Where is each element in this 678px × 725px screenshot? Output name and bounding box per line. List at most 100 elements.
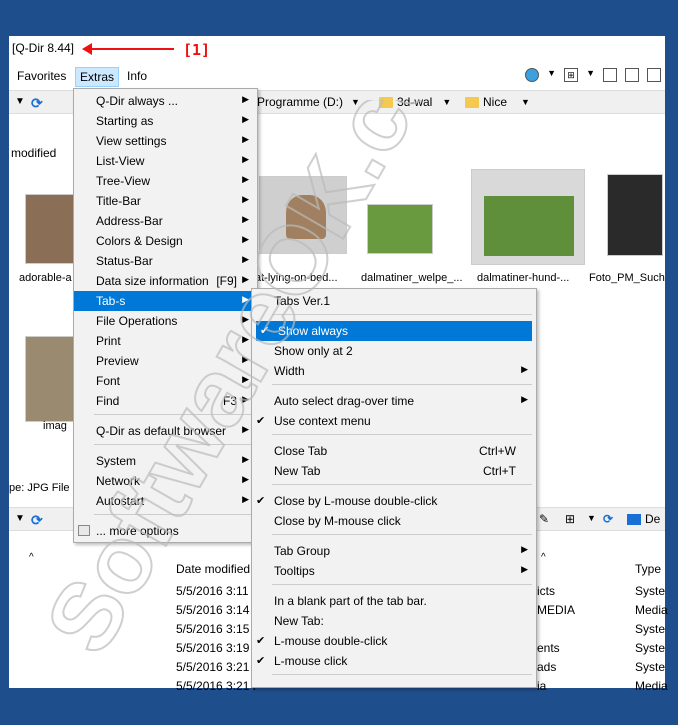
address-item-folder[interactable]: Nice ▼	[465, 95, 530, 109]
menu-item-system[interactable]: System ▶	[74, 451, 257, 471]
thumbnail[interactable]	[367, 204, 433, 254]
menu-item-tabs-ver1[interactable]: Tabs Ver.1	[252, 291, 536, 311]
chevron-down-icon[interactable]: ▼	[442, 97, 451, 107]
menu-item-print[interactable]: Print ▶	[74, 331, 257, 351]
check-icon: ✔	[256, 495, 266, 507]
refresh-icon[interactable]: ⟳	[31, 95, 43, 112]
refresh-icon[interactable]: ⟳	[31, 512, 43, 529]
menu-item-l-double-click[interactable]: ✔ L-mouse double-click	[252, 631, 536, 651]
address-item-drive[interactable]: Programme (D:) ▼	[257, 95, 360, 109]
menu-item-use-context-menu[interactable]: ✔ Use context menu	[252, 411, 536, 431]
menu-item-title-bar[interactable]: Title-Bar ▶	[74, 191, 257, 211]
menu-item-label: ... more options	[96, 524, 179, 538]
menu-item-label: Status-Bar	[96, 254, 153, 268]
address-item-desktop[interactable]: De	[627, 512, 660, 526]
menu-item-label: System	[96, 454, 137, 468]
menu-item-starting-as[interactable]: Starting as ▶	[74, 111, 257, 131]
globe-icon[interactable]	[525, 68, 540, 82]
chevron-right-icon: ▶	[242, 134, 249, 144]
thumbnail[interactable]	[25, 194, 75, 264]
column-header-type[interactable]: Type	[635, 562, 661, 576]
chevron-down-icon[interactable]: ▼	[586, 68, 595, 82]
chevron-right-icon: ▶	[242, 334, 249, 344]
menu-extras[interactable]: Extras	[75, 67, 120, 87]
menu-item-auto-select[interactable]: Auto select drag-over time ▶	[252, 391, 536, 411]
address-item-folder[interactable]: 3d-wal ▼	[379, 95, 451, 109]
menu-info[interactable]: Info	[123, 67, 151, 85]
extras-menu: Q-Dir always ... ▶ Starting as ▶ View sett…	[73, 88, 258, 543]
layout-grid-icon[interactable]: ⊞	[565, 512, 575, 526]
menu-item-list-view[interactable]: List-View ▶	[74, 151, 257, 171]
menu-separator	[272, 674, 532, 675]
menu-item-default-browser[interactable]: Q-Dir as default browser ▶	[74, 421, 257, 441]
chevron-right-icon: ▶	[242, 194, 249, 204]
menu-item-close-m-click[interactable]: Close by M-mouse click	[252, 511, 536, 531]
menu-item-shortcut: Ctrl+W	[479, 444, 516, 458]
thumbnail-selected[interactable]	[471, 169, 585, 265]
menu-item-shortcut: Ctrl+T	[483, 464, 516, 478]
menu-item-label: Width	[274, 364, 305, 378]
cat-image	[286, 195, 326, 239]
menu-item-autostart[interactable]: Autostart ▶	[74, 491, 257, 511]
chevron-right-icon: ▶	[242, 394, 249, 404]
menu-item-data-size[interactable]: Data size information [F9] ▶	[74, 271, 257, 291]
chevron-down-icon[interactable]: ▼	[351, 97, 360, 107]
menu-item-close-l-double[interactable]: ✔ Close by L-mouse double-click	[252, 491, 536, 511]
menu-item-label: List-View	[96, 154, 145, 168]
chevron-right-icon: ▶	[242, 314, 249, 324]
menu-item-network[interactable]: Network ▶	[74, 471, 257, 491]
menu-item-width[interactable]: Width ▶	[252, 361, 536, 381]
menu-item-label: Data size information	[96, 274, 209, 288]
chevron-up-icon[interactable]: ^	[541, 552, 546, 563]
cell-date: 5/5/2016 3:21 P	[176, 679, 261, 693]
menu-item-tooltips[interactable]: Tooltips ▶	[252, 561, 536, 581]
menu-item-file-operations[interactable]: File Operations ▶	[74, 311, 257, 331]
thumbnail[interactable]	[607, 174, 663, 256]
thumbnail[interactable]	[259, 176, 347, 254]
menu-item-tab-group[interactable]: Tab Group ▶	[252, 541, 536, 561]
layout-two-icon[interactable]	[603, 68, 617, 82]
menu-item-font[interactable]: Font ▶	[74, 371, 257, 391]
chevron-right-icon: ▶	[242, 214, 249, 224]
menu-item-more-options[interactable]: ... more options	[74, 521, 257, 541]
column-header-modified[interactable]: modified	[11, 146, 56, 160]
thumbnail[interactable]	[25, 336, 75, 422]
menu-item-view-settings[interactable]: View settings ▶	[74, 131, 257, 151]
refresh-icon[interactable]: ⟳	[603, 512, 613, 526]
settings-icon[interactable]: ✎	[539, 512, 549, 526]
menu-item-blank-part: In a blank part of the tab bar.	[252, 591, 536, 611]
chevron-down-icon[interactable]: ▼	[521, 97, 530, 107]
menu-favorites[interactable]: Favorites	[13, 67, 70, 85]
cell-type: Syste	[635, 584, 666, 598]
layout-grid-icon[interactable]: ⊞	[564, 68, 579, 82]
cell-name: ents	[537, 641, 560, 655]
column-header-date[interactable]: Date modified	[176, 562, 250, 576]
menu-item-show-only-at-2[interactable]: Show only at 2	[252, 341, 536, 361]
menu-item-preview[interactable]: Preview ▶	[74, 351, 257, 371]
chevron-down-icon[interactable]: ▼	[15, 96, 25, 107]
address-item-label: Nice	[483, 95, 508, 109]
chevron-up-icon[interactable]: ^	[29, 552, 34, 563]
chevron-right-icon: ▶	[242, 424, 249, 434]
chevron-down-icon[interactable]: ▼	[15, 513, 25, 524]
menu-item-find[interactable]: Find F3 ▶	[74, 391, 257, 411]
cell-type: Media	[635, 679, 668, 693]
layout-three-icon[interactable]	[625, 68, 639, 82]
menu-item-tabs[interactable]: Tab-s ▶	[74, 291, 257, 311]
chevron-down-icon[interactable]: ▼	[547, 68, 556, 82]
menu-item-l-click[interactable]: ✔ L-mouse click	[252, 651, 536, 671]
menu-item-qdir-always[interactable]: Q-Dir always ... ▶	[74, 91, 257, 111]
menu-item-tree-view[interactable]: Tree-View ▶	[74, 171, 257, 191]
menu-item-close-tab[interactable]: Close Tab Ctrl+W	[252, 441, 536, 461]
menu-item-new-tab[interactable]: New Tab Ctrl+T	[252, 461, 536, 481]
menu-item-colors-design[interactable]: Colors & Design ▶	[74, 231, 257, 251]
menu-item-address-bar[interactable]: Address-Bar ▶	[74, 211, 257, 231]
chevron-down-icon[interactable]: ▼	[587, 513, 596, 523]
menu-item-label: Auto select drag-over time	[274, 394, 415, 408]
layout-four-icon[interactable]	[647, 68, 661, 82]
annotation-label: [1]	[183, 41, 211, 59]
menu-separator	[272, 384, 532, 385]
menu-item-status-bar[interactable]: Status-Bar ▶	[74, 251, 257, 271]
menu-item-show-always[interactable]: ✔ Show always	[256, 321, 532, 341]
check-icon: ✔	[256, 655, 266, 667]
